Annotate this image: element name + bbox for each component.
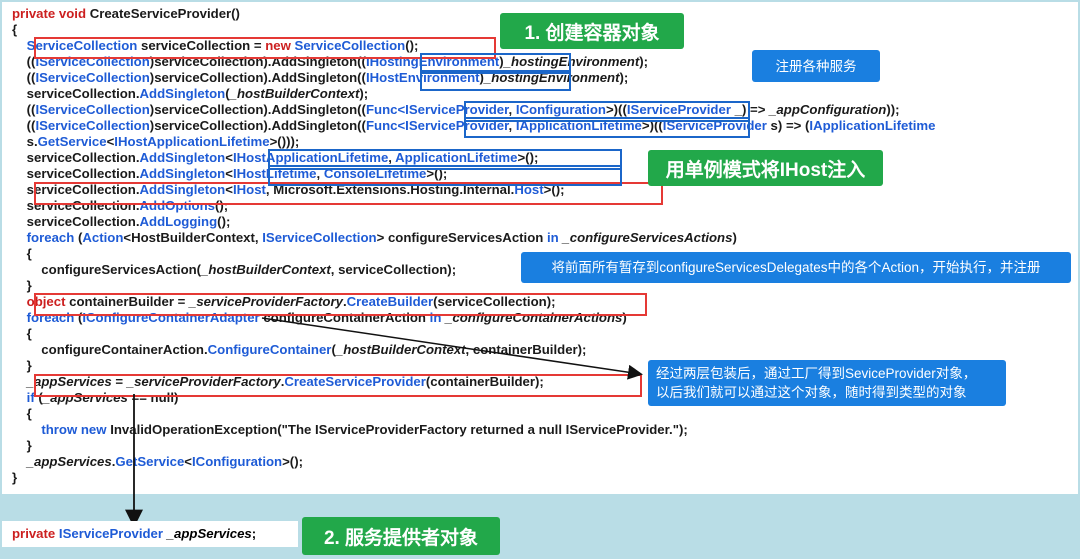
callout-create-container: 1. 创建容器对象 xyxy=(500,13,684,49)
code-token: ; xyxy=(251,526,257,541)
callout-service-provider-object: 2. 服务提供者对象 xyxy=(302,517,500,555)
callout-execute-actions: 将前面所有暂存到configureServicesDelegates中的各个Ac… xyxy=(521,252,1071,283)
code-token: IServiceProvider xyxy=(58,526,164,541)
code-token: private xyxy=(12,526,59,541)
app-services-field-declaration: private IServiceProvider _appServices; xyxy=(2,521,298,547)
callout-singleton-ihost: 用单例模式将IHost注入 xyxy=(648,150,883,186)
code-token: _appServices xyxy=(166,526,252,541)
factory-note-line2: 以后我们就可以通过这个对象，随时得到类型的对象 xyxy=(656,385,967,400)
callout-factory-note: 经过两层包装后，通过工厂得到SeviceProvider对象， 以后我们就可以通… xyxy=(648,360,1006,406)
callout-register-services: 注册各种服务 xyxy=(752,50,880,82)
arrow-to-factory-note xyxy=(261,317,643,380)
factory-note-line1: 经过两层包装后，通过工厂得到SeviceProvider对象， xyxy=(656,366,977,381)
